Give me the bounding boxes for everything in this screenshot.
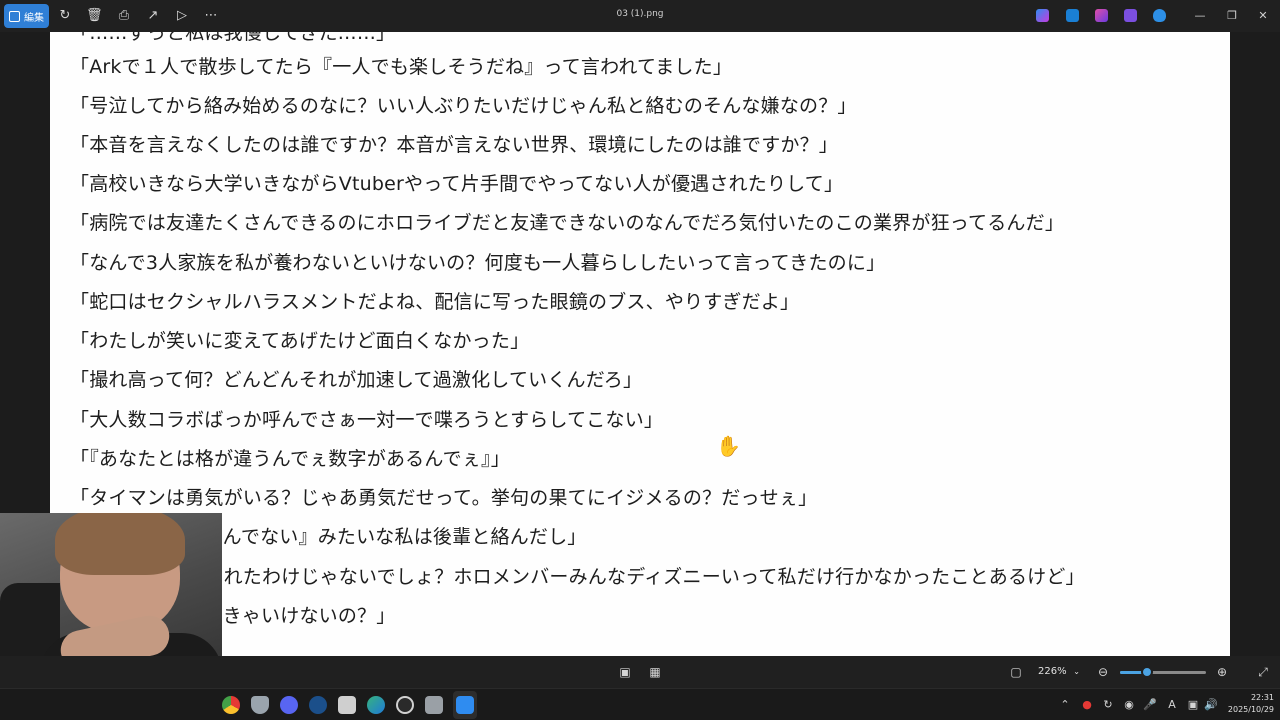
edit-button[interactable]: 編集 bbox=[4, 4, 49, 28]
text-line: 「わたしが笑いに変えてあげたけど面白くなかった」 bbox=[70, 330, 530, 352]
file-name: 03 (1).png bbox=[616, 9, 664, 19]
clipchamp-icon[interactable] bbox=[1095, 9, 1108, 22]
photos-icon[interactable] bbox=[456, 696, 474, 714]
steam-tray-icon[interactable]: ◉ bbox=[1122, 698, 1136, 712]
chrome-icon[interactable] bbox=[222, 696, 240, 714]
zoom-value: 226% bbox=[1038, 666, 1067, 677]
text-line: 「撮れ高って何？どんどんそれが加速して過激化していくんだろ」 bbox=[70, 369, 643, 391]
network-icon[interactable]: ▣ bbox=[1186, 698, 1200, 712]
text-line-cut: 「……ずっと私は我慢してきた……」 bbox=[70, 32, 396, 44]
zoom-in-icon[interactable]: ⊕ bbox=[1214, 664, 1230, 680]
copilot-icon[interactable] bbox=[1036, 9, 1049, 22]
security-icon[interactable] bbox=[251, 696, 269, 714]
text-line: 「『あなたとは格が違うんでぇ数字があるんでぇ』」 bbox=[70, 448, 510, 470]
text-line: 「Arkで１人で散歩してたら『一人でも楽しそうだね』って言われてました」 bbox=[70, 56, 733, 78]
edge-icon[interactable] bbox=[367, 696, 385, 714]
steam-icon[interactable] bbox=[309, 696, 327, 714]
more-icon[interactable]: ⋯ bbox=[203, 8, 219, 24]
clock[interactable]: 22:31 2025/10/29 bbox=[1222, 692, 1274, 716]
zoom-slider[interactable] bbox=[1120, 666, 1206, 678]
text-line: 「高校いきなら大学いきながらVtuberやって片手間でやってない人が優遇されたり… bbox=[70, 173, 844, 195]
slideshow-icon[interactable]: ▷ bbox=[174, 8, 190, 24]
fit-screen-icon[interactable]: ▣ bbox=[617, 664, 633, 680]
viewer-controls: ▣ ▦ ▢ 226% ⌄ ⊖ ⊕ ⤢ bbox=[0, 656, 1280, 688]
discord-icon[interactable] bbox=[280, 696, 298, 714]
share-icon[interactable]: ↗ bbox=[145, 8, 161, 24]
clock-date: 2025/10/29 bbox=[1227, 705, 1274, 714]
designer-icon[interactable] bbox=[1124, 9, 1137, 22]
zoom-out-icon[interactable]: ⊖ bbox=[1095, 664, 1111, 680]
print-icon[interactable]: ⎙ bbox=[116, 8, 132, 24]
document-page: 「……ずっと私は我慢してきた……」 「Arkで１人で散歩してたら『一人でも楽しそ… bbox=[50, 32, 1230, 656]
text-line: 「号泣してから絡み始めるのなに？いい人ぶりたいだけじゃん私と絡むのそんな嫌なの？… bbox=[70, 95, 857, 117]
rotate-icon[interactable]: ↻ bbox=[57, 8, 73, 24]
text-line: 「同期からハブられたわけじゃないでしょ？ホロメンバーみんなディズニーいって私だけ… bbox=[70, 566, 1085, 588]
text-line: 「蛇口はセクシャルハラスメントだよね、配信に写った眼鏡のブス、やりすぎだよ」 bbox=[70, 291, 800, 313]
maximize-icon[interactable]: ❐ bbox=[1224, 8, 1240, 24]
edit-label: 編集 bbox=[24, 12, 44, 24]
onedrive-icon[interactable] bbox=[1153, 9, 1166, 22]
photos-edit-icon[interactable] bbox=[1066, 9, 1079, 22]
actual-size-icon[interactable]: ▢ bbox=[1008, 664, 1024, 680]
text-line: 「なんで3人家族を私が養わないといけないの？何度も一人暮らししたいって言ってきた… bbox=[70, 252, 886, 274]
ime-indicator[interactable]: A bbox=[1165, 698, 1179, 712]
camera-icon[interactable] bbox=[425, 696, 443, 714]
tray-app-icon[interactable]: ● bbox=[1080, 698, 1094, 712]
fullscreen-icon[interactable]: ⤢ bbox=[1255, 664, 1271, 680]
zoom-slider-thumb[interactable] bbox=[1140, 666, 1153, 678]
obs-icon[interactable] bbox=[396, 696, 414, 714]
text-line: 「病院では友達たくさんできるのにホロライブだと友達できないのなんでだろ気付いたの… bbox=[70, 212, 1065, 234]
taskbar: ⌃ ● ↻ ◉ 🎤 A ▣ 🔊 22:31 2025/10/29 bbox=[0, 688, 1280, 720]
scan-text-icon[interactable]: ▦ bbox=[647, 664, 663, 680]
microphone-icon[interactable]: 🎤 bbox=[1143, 698, 1157, 712]
minimize-icon[interactable]: — bbox=[1192, 8, 1208, 24]
delete-icon[interactable]: 🗑 bbox=[86, 8, 103, 24]
tray-expand-icon[interactable]: ⌃ bbox=[1058, 698, 1072, 712]
edit-icon bbox=[9, 10, 20, 22]
text-line: 「本音を言えなくしたのは誰ですか？本音が言えない世界、環境にしたのは誰ですか？」 bbox=[70, 134, 839, 156]
volume-icon[interactable]: 🔊 bbox=[1204, 698, 1218, 712]
app-icon[interactable] bbox=[338, 696, 356, 714]
hand-cursor-icon: ✋ bbox=[716, 434, 741, 458]
sync-icon[interactable]: ↻ bbox=[1101, 698, 1115, 712]
close-icon[interactable]: ✕ bbox=[1255, 8, 1271, 24]
text-line: 「大人数コラボばっか呼んでさぁ一対一で喋ろうとすらしてこない」 bbox=[70, 409, 664, 431]
text-line: 「タイマンは勇気がいる？じゃあ勇気だせって。挙句の果てにイジメるの？だっせぇ」 bbox=[70, 487, 818, 509]
title-toolbar: 編集 ↻ 🗑 ⎙ ↗ ▷ ⋯ 03 (1).png — ❐ ✕ bbox=[0, 0, 1280, 32]
zoom-dropdown[interactable]: 226% ⌄ bbox=[1030, 662, 1086, 682]
chevron-down-icon: ⌄ bbox=[1073, 667, 1080, 676]
clock-time: 22:31 bbox=[1250, 693, 1274, 702]
